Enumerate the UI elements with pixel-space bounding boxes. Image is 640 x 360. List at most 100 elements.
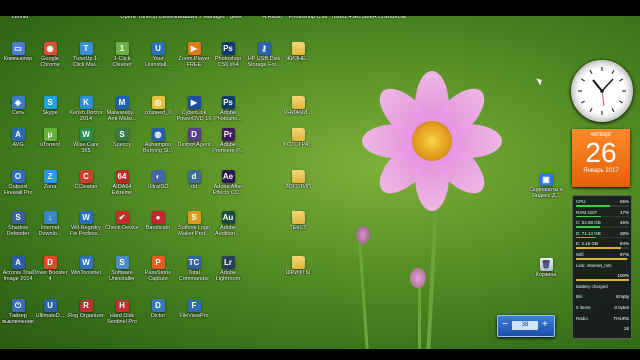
desktop-icon[interactable]: ШРИФТЫ [280, 256, 316, 276]
desktop-icon[interactable]: A Acronis True Image 2014 [0, 256, 36, 282]
desktop-icon[interactable]: A AVG [0, 128, 36, 148]
folder-icon [291, 170, 305, 183]
app-icon: TC [187, 256, 201, 269]
desktop-icon[interactable]: S Software Uninstaller [104, 256, 140, 282]
desktop-icon-label: Adobe After Effects CC... [212, 184, 244, 196]
desktop-icon[interactable]: ЛОГОТИП [280, 170, 316, 190]
desktop-icon[interactable]: Lr Adobe Lightroom [210, 256, 246, 282]
desktop-icon[interactable]: ◍ Ashampoo Burning St... [140, 128, 176, 154]
desktop-icon[interactable]: ▶ Zoom Player FREE [176, 42, 212, 68]
sysmon-row: 100% [576, 273, 629, 281]
sysmon-usage-bar [576, 247, 629, 249]
desktop-icon[interactable]: ⚷ HP USB Disk Storage For... [246, 42, 282, 68]
desktop-icon[interactable]: ◈ Сеть [0, 96, 36, 116]
volume-up-button[interactable]: + [542, 319, 548, 331]
app-icon: U [43, 299, 57, 312]
desktop-icon[interactable]: ▭ Компьютер [0, 42, 36, 62]
desktop-icon-label: cdspeed_0 [144, 110, 172, 116]
sysmon-value: 0 bytes [614, 305, 629, 310]
desktop-icon[interactable]: ◉ Google Chrome [32, 42, 68, 68]
desktop-icon-label: uTorrent [39, 142, 61, 148]
desktop-icon[interactable]: ФОТОГРА... [280, 128, 316, 148]
desktop-icon[interactable]: U Your Uninstall... [140, 42, 176, 68]
app-icon: U [151, 42, 165, 55]
desktop-icon[interactable]: S Shadow Defender [0, 211, 36, 237]
desktop-icon[interactable]: 1 1-Click Cleaner [104, 42, 140, 68]
calendar-gadget[interactable]: четверг 26 Январь 2017 [572, 129, 630, 187]
top-row-label[interactable]: МУЗЫКА СЛИШКОМ [352, 16, 408, 20]
desktop-icon[interactable]: 64 AIDA64 Extreme [104, 170, 140, 196]
desktop-icon[interactable]: W Wise Care 365 [68, 128, 104, 154]
volume-down-button[interactable]: − [502, 319, 508, 331]
sysmon-row: Radio THURS [576, 316, 629, 322]
desktop-icon[interactable]: W Wit Registry Fix Profess... [68, 211, 104, 237]
desktop-icon[interactable]: C CCleaner [68, 170, 104, 190]
desktop-icon[interactable]: W WinToolsnet [68, 256, 104, 276]
system-monitor-gadget[interactable]: CPU 65% RAM 3187 47% C: 54.58 GB 46% D: 71.14 … [572, 195, 632, 339]
desktop-icon[interactable]: ▶ CyberLink PowerDVD 16 [176, 96, 212, 122]
desktop-icon[interactable]: ◎ cdspeed_0 [140, 96, 176, 116]
desktop-icon[interactable]: ЖИЗНЕ... [280, 42, 316, 62]
app-icon: T [79, 42, 93, 55]
yandex-screenshots-shortcut[interactable]: ▣ Скриншоты в Яндекс.Д... [526, 173, 566, 199]
sysmon-value: 46% [619, 220, 629, 226]
desktop-icon-label: Adobe Photosho... [214, 110, 242, 122]
desktop-icon[interactable]: Z Zona [32, 170, 68, 190]
top-row-label[interactable]: Leonid [0, 16, 48, 20]
app-icon: ◍ [151, 128, 165, 141]
desktop-icon[interactable]: R Reg Organizer [68, 299, 104, 319]
recycle-bin[interactable]: 🗑 Корзина [528, 258, 564, 278]
sysmon-key: Bin [576, 294, 583, 300]
clock-gadget[interactable] [571, 60, 633, 122]
desktop-icon-label: TuneUp 1-Click Mai... [72, 56, 100, 68]
sysmon-row: D: 71.14 GB 38% [576, 231, 629, 239]
desktop-icon[interactable]: μ uTorrent [32, 128, 68, 148]
desktop-icon[interactable]: ✔ Check Device [104, 211, 140, 231]
desktop-icon[interactable]: ↓ Internet Downlo... [32, 211, 68, 237]
desktop-icon[interactable]: TC Total Commander [176, 256, 212, 282]
app-icon: W [79, 128, 93, 141]
desktop-icon[interactable]: d dd [176, 170, 212, 190]
desktop-icon[interactable]: Ae Adobe After Effects CC... [210, 170, 246, 196]
desktop-icon[interactable]: D Dexpot Agent [176, 128, 212, 148]
desktop-icon[interactable]: U UltimateD... [32, 299, 68, 319]
desktop-icon[interactable]: K Kerish Doctor 2014 [68, 96, 104, 122]
app-icon: W [79, 211, 93, 224]
desktop-icon[interactable]: H Hard Disk Sentinel Pro [104, 299, 140, 325]
desktop-icon[interactable]: T TuneUp 1-Click Mai... [68, 42, 104, 68]
sysmon-value: Empty [616, 294, 629, 300]
folder-icon [291, 211, 305, 224]
desktop-icon[interactable]: M Malwareby... Anti-Malw... [104, 96, 140, 122]
desktop[interactable]: Leonid Opera TuneUp Utilities 2012 Windows … [0, 16, 640, 349]
sysmon-row: 0 items 0 bytes [576, 305, 629, 311]
desktop-icon[interactable]: ◐ UltraISO [140, 170, 176, 190]
desktop-icon-label: AIDA64 Extreme [111, 184, 133, 196]
desktop-icon[interactable]: ⏻ Тайкер выключения [0, 299, 36, 325]
folder-icon [291, 128, 305, 141]
desktop-icon[interactable]: P PassStone Capture [140, 256, 176, 282]
volume-gadget[interactable]: − 38 + [497, 315, 555, 337]
desktop-icon[interactable]: Ps Adobe Photosho... [210, 96, 246, 122]
desktop-icon-label: Bandicam [145, 225, 171, 231]
desktop-icon[interactable]: КНИЖКИ... [280, 96, 316, 116]
desktop-icon[interactable]: D Dictor [140, 299, 176, 319]
sysmon-row: Wifi 97% [576, 252, 629, 260]
desktop-icon[interactable]: ТЕКСТ [280, 211, 316, 231]
desktop-icon[interactable]: S Sothink Logo Maker Prof... [176, 211, 212, 237]
app-icon: ◎ [151, 96, 165, 109]
desktop-icon[interactable]: S Speccy [104, 128, 140, 148]
desktop-icon-label: ТЕКСТ [289, 225, 307, 231]
desktop-icon[interactable]: O Outpost Firewall Pro [0, 170, 36, 196]
desktop-icon[interactable]: D Driver Booster 4 [32, 256, 68, 282]
desktop-icon[interactable]: S Skype [32, 96, 68, 116]
desktop-icon-label: Acronis True Image 2014 [2, 270, 34, 282]
desktop-icon[interactable]: Pr Adobe Premiere P... [210, 128, 246, 154]
desktop-icon[interactable]: Ps Photoshop CS6 x64 [210, 42, 246, 68]
desktop-icon[interactable]: ● Bandicam [140, 211, 176, 231]
desktop-icon[interactable]: Au Adobe Audition ... [210, 211, 246, 237]
desktop-icon[interactable]: F FileViewPro [176, 299, 212, 319]
sysmon-value: 47% [619, 209, 629, 215]
desktop-icon-label: dd [190, 184, 198, 190]
app-icon: ⏻ [11, 299, 25, 312]
desktop-icon-label: ЛОГОТИП [284, 184, 312, 190]
